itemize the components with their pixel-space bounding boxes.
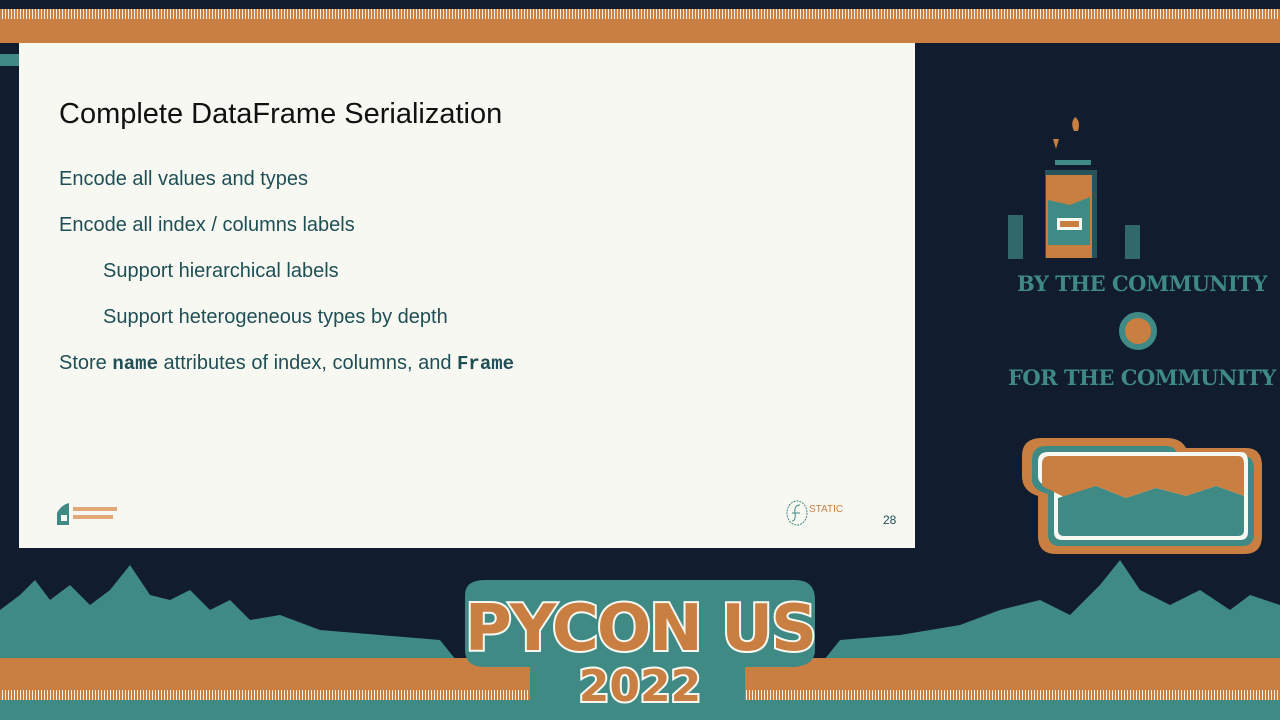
pycon-us-text: PYCON US [465,592,815,666]
code-name: name [112,353,158,375]
orange-dot-icon [1119,312,1157,350]
sub-bullet: Support hierarchical labels [103,260,339,282]
static-frame-logo: STATIC [786,499,852,527]
top-dither-band [0,9,1280,19]
pycon-us-2022-logo: PYCON US 2022 [463,580,819,715]
bullet-text: Store [59,352,113,374]
top-orange-band [0,19,1280,43]
bullet: Encode all index / columns labels [59,214,355,236]
left-teal-strip [0,54,19,66]
bullet-text: attributes of index, columns, and [157,352,458,374]
slide: Complete DataFrame Serialization Encode … [19,43,915,548]
tagline-for-the-community: FOR THE COMMUNITY [1008,365,1276,390]
year-text: 2022 [579,661,701,712]
sub-bullet: Support heterogeneous types by depth [103,306,448,328]
code-frame: Frame [457,353,515,375]
slide-title: Complete DataFrame Serialization [59,98,503,130]
organization-logo-icon [57,503,117,525]
svg-text:STATIC: STATIC [809,504,843,515]
mountains-badge-icon [1022,438,1262,554]
page-number: 28 [883,513,897,527]
static-frame-logo-icon: STATIC [786,500,843,526]
bullet: Store name attributes of index, columns,… [59,352,514,375]
lantern-illustration-icon [1008,117,1140,259]
tagline-by-the-community: BY THE COMMUNITY [1017,271,1267,296]
bullet: Encode all values and types [59,168,309,190]
